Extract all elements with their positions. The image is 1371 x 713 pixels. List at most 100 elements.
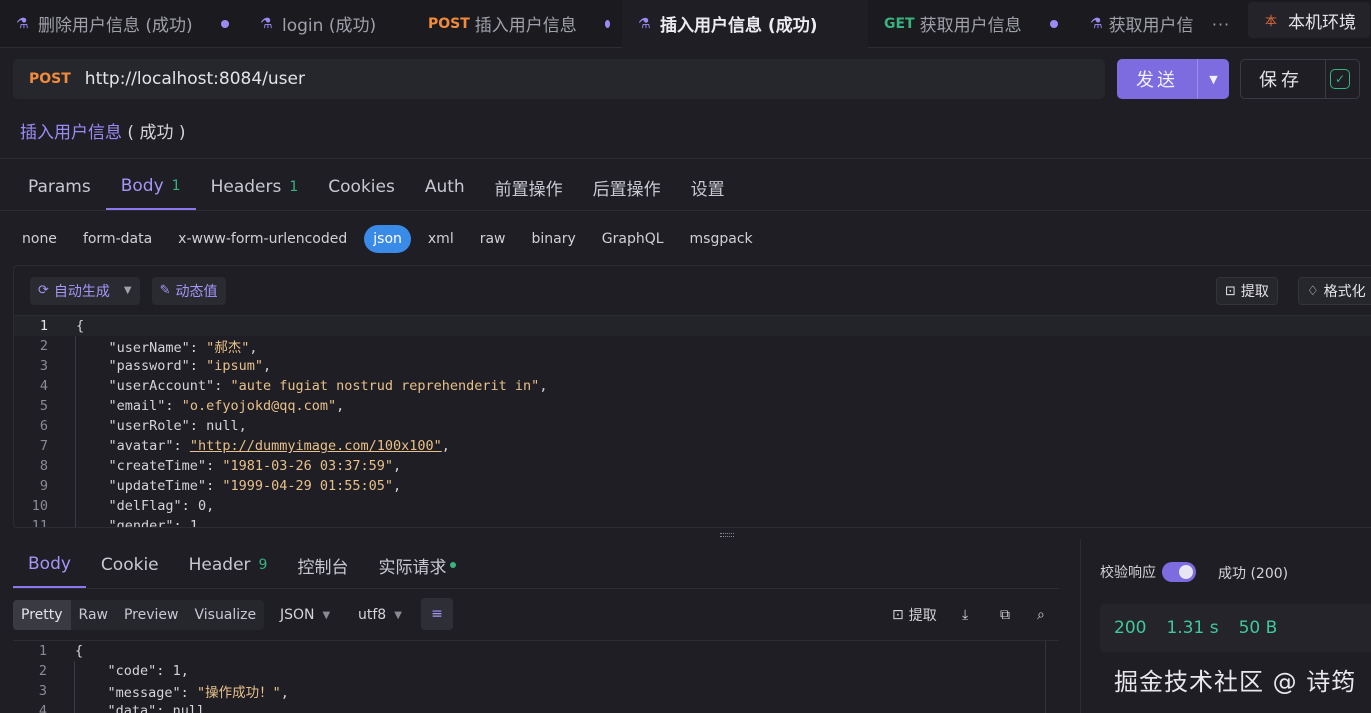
copy-icon[interactable]: ⧉ — [1000, 604, 1010, 626]
environment-selector[interactable]: 本 本机环境 — [1248, 2, 1370, 38]
body-type-form-data[interactable]: form-data — [74, 225, 161, 253]
response-encoding-select[interactable]: utf8 ▼ — [358, 600, 402, 630]
response-tab[interactable]: 控制台 — [282, 542, 363, 588]
check-icon[interactable]: ✓ — [1330, 69, 1350, 89]
code-text: "userName": "郝杰", — [108, 340, 258, 356]
view-pretty[interactable]: Pretty — [13, 600, 71, 630]
tab-label: 插入用户信息 — [474, 16, 577, 36]
chevron-down-icon: ▼ — [322, 609, 331, 621]
validate-response-toggle-row: 校验响应 — [1100, 560, 1196, 584]
wrap-lines-icon[interactable]: ≡ — [421, 598, 453, 630]
url-input[interactable] — [84, 69, 985, 89]
send-dropdown-chevron-icon[interactable]: ▼ — [1197, 59, 1229, 99]
body-type-msgpack[interactable]: msgpack — [681, 225, 762, 253]
format-button[interactable]: ♢ 格式化 — [1298, 277, 1371, 305]
send-label: 发送 — [1136, 70, 1178, 91]
more-tabs-icon[interactable]: ··· — [1206, 0, 1236, 48]
tab-label: Headers — [210, 177, 282, 197]
response-tab[interactable]: Cookie — [86, 542, 174, 588]
tab-设置[interactable]: 设置 — [676, 164, 740, 210]
response-view-selector: Pretty Raw Preview Visualize — [13, 600, 265, 630]
request-title[interactable]: 插入用户信息 ( 成功 ) — [20, 118, 185, 143]
auto-generate-button[interactable]: ⟳ 自动生成 ▼ — [30, 276, 140, 305]
body-type-json[interactable]: json — [364, 225, 411, 253]
tab-cookies[interactable]: Cookies — [313, 164, 410, 210]
chevron-down-icon[interactable]: ▼ — [124, 285, 132, 296]
code-line: 10 "delFlag": 0, — [14, 496, 1371, 516]
code-area[interactable]: 1{2 "userName": "郝杰", 3 "password": "ipsu… — [14, 316, 1371, 527]
tab-后置操作[interactable]: 后置操作 — [578, 164, 676, 210]
tab-auth[interactable]: Auth — [410, 164, 480, 210]
line-number: 3 — [38, 683, 47, 699]
tab-label: 插入用户信息 (成功) — [660, 16, 818, 36]
code-line: 7 "avatar": "http://dummyimage.com/100x1… — [14, 436, 1371, 456]
divider — [1325, 59, 1326, 99]
extract-button[interactable]: ⊡ 提取 — [1216, 277, 1278, 305]
json-comma: , — [280, 685, 289, 701]
tab-label: Auth — [424, 177, 465, 197]
response-body-viewer[interactable]: 1{2 "code": 1, 3 "message": "操作成功！", 4 "da… — [13, 640, 1059, 713]
request-status-suffix: ( 成功 ) — [122, 123, 186, 143]
tab-params[interactable]: Params — [13, 164, 106, 210]
request-body-editor[interactable]: ⟳ 自动生成 ▼ ✎ 动态值 ⊡ 提取 ♢ 格式化 1{2 "userName"… — [13, 265, 1371, 528]
indent-guide — [74, 661, 75, 713]
response-tab[interactable]: Body — [13, 542, 86, 588]
code-text: "createTime": "1981-03-26 03:37:59", — [108, 458, 402, 474]
view-preview[interactable]: Preview — [116, 600, 187, 630]
response-extract-button[interactable]: ⊡ 提取 — [892, 604, 937, 626]
body-type-graphql[interactable]: GraphQL — [593, 225, 673, 253]
response-size: 50 B — [1238, 618, 1278, 638]
url-bar: POST — [13, 59, 1105, 99]
code-text: "userAccount": "aute fugiat nostrud repr… — [108, 378, 548, 394]
request-tab[interactable]: ⚗ 删除用户信息 (成功) — [0, 0, 244, 48]
json-key: "createTime" — [108, 458, 207, 474]
line-number: 10 — [31, 498, 48, 514]
scrollbar[interactable] — [1045, 641, 1059, 713]
request-tab[interactable]: ⚗ 插入用户信息 (成功) — [622, 0, 868, 48]
tab-label: 获取用户信息 — [919, 16, 1022, 36]
chevron-down-icon: ▼ — [394, 609, 402, 621]
response-code-area[interactable]: 1{2 "code": 1, 3 "message": "操作成功！", 4 "da… — [13, 641, 1059, 713]
tab-label: Cookie — [100, 555, 159, 575]
code-line: 8 "createTime": "1981-03-26 03:37:59", — [14, 456, 1371, 476]
body-type-xml[interactable]: xml — [419, 225, 463, 253]
request-tab[interactable]: POST 插入用户信息 — [412, 0, 622, 48]
request-icon: ⚗ — [638, 15, 651, 32]
view-visualize[interactable]: Visualize — [186, 600, 264, 630]
response-tab[interactable]: Header 9 — [174, 542, 283, 588]
dynamic-value-button[interactable]: ✎ 动态值 — [151, 276, 226, 305]
code-line: 4 "userAccount": "aute fugiat nostrud re… — [14, 376, 1371, 396]
tab-body[interactable]: Body 1 — [105, 164, 196, 210]
extract-icon: ⊡ — [892, 607, 904, 623]
body-type-binary[interactable]: binary — [523, 225, 585, 253]
response-section-tabs: Body Cookie Header 9 控制台 实际请求 — [13, 542, 471, 588]
body-type-x-www-form-urlencoded[interactable]: x-www-form-urlencoded — [169, 225, 356, 253]
download-icon[interactable]: ⤓ — [962, 604, 968, 626]
body-type-raw[interactable]: raw — [471, 225, 515, 253]
code-line: 2 "userName": "郝杰", — [14, 336, 1371, 356]
request-tab[interactable]: GET 获取用户信息 — [868, 0, 1074, 48]
tab-headers[interactable]: Headers 1 — [196, 164, 314, 210]
response-format-select[interactable]: JSON ▼ — [280, 600, 330, 630]
method-selector[interactable]: POST — [29, 71, 71, 87]
request-tab[interactable]: ⚗ login (成功) — [244, 0, 412, 48]
panel-splitter[interactable] — [0, 531, 1371, 539]
response-format-value: JSON — [280, 607, 315, 623]
tab-前置操作[interactable]: 前置操作 — [480, 164, 578, 210]
view-raw[interactable]: Raw — [71, 600, 116, 630]
drag-handle-icon[interactable] — [720, 533, 734, 537]
body-type-none[interactable]: none — [13, 225, 66, 253]
save-button[interactable]: 保存 ✓ — [1240, 59, 1360, 99]
validate-response-toggle[interactable] — [1162, 562, 1196, 582]
json-comma: , — [180, 663, 189, 679]
code-token: { — [76, 318, 85, 334]
tab-label: Body — [120, 176, 164, 196]
line-number: 2 — [39, 338, 48, 354]
json-value: "aute fugiat nostrud reprehenderit in" — [230, 378, 540, 394]
send-button[interactable]: 发送 ▼ — [1117, 59, 1229, 99]
request-tab[interactable]: ⚗ 获取用户信 — [1074, 0, 1194, 48]
response-tab[interactable]: 实际请求 — [363, 542, 471, 588]
format-label: 格式化 — [1323, 284, 1366, 300]
search-icon[interactable]: ⌕ — [1037, 604, 1045, 626]
json-key: "userAccount" — [108, 378, 215, 394]
